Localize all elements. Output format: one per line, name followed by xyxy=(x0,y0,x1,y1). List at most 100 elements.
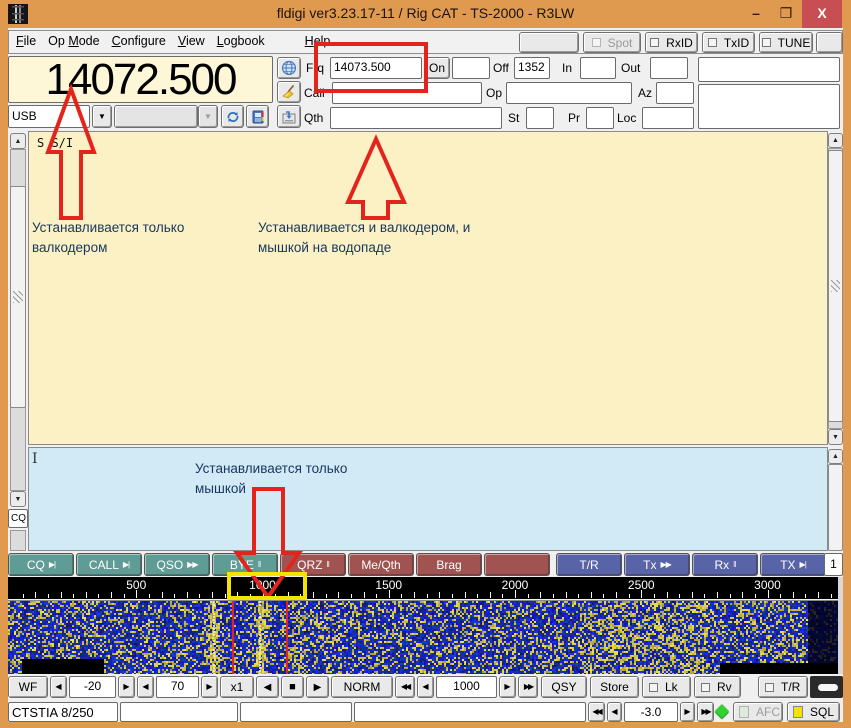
mode-dropdown-button[interactable]: ▼ xyxy=(92,105,112,128)
upper-level-field[interactable]: -20 xyxy=(69,676,116,698)
tx-scrollbar-up[interactable]: ▲ xyxy=(828,449,843,464)
store-button[interactable]: Store xyxy=(590,676,639,698)
ruler-tick xyxy=(717,592,718,598)
sql-toggle[interactable]: SQL xyxy=(787,702,840,722)
frequency-display[interactable]: 14072.500 xyxy=(8,56,273,103)
minimize-button[interactable]: – xyxy=(742,0,770,28)
save-qso-button[interactable] xyxy=(277,105,301,128)
notes-field-1[interactable] xyxy=(698,57,840,82)
qsy-button[interactable]: QSY xyxy=(541,676,587,698)
spot-toggle[interactable]: Spot xyxy=(583,32,641,53)
secondary-selector[interactable] xyxy=(114,105,198,128)
fast-left-icon: ◀◀ xyxy=(592,708,600,716)
qth-field[interactable] xyxy=(330,107,502,129)
time-off-field[interactable]: 1352 xyxy=(514,57,550,79)
time-on-button[interactable]: On xyxy=(424,57,450,79)
txrx-toggle[interactable]: T/R xyxy=(758,676,808,698)
mode-selector[interactable]: USB xyxy=(8,105,90,128)
offset-fast-right[interactable]: ▶▶ xyxy=(697,702,714,722)
macro-button-blank-7[interactable] xyxy=(484,553,550,576)
macro-button-call[interactable]: CALL▶| xyxy=(76,553,142,576)
pr-field[interactable] xyxy=(586,107,614,129)
left-arrow-icon: ◀ xyxy=(142,683,148,691)
menu-configure[interactable]: Configure xyxy=(106,34,172,48)
lock-toggle[interactable]: Lk xyxy=(642,676,691,698)
rx-text-panel[interactable]: S S/I xyxy=(28,131,828,445)
loc-field[interactable] xyxy=(642,107,694,129)
carrier-fast-left[interactable]: ◀◀ xyxy=(395,676,415,698)
menu-op-mode[interactable]: Op Mode xyxy=(42,34,105,48)
carrier-right[interactable]: ▶ xyxy=(499,676,516,698)
rst-out-field[interactable] xyxy=(650,57,688,79)
macro-button-meqth[interactable]: Me/Qth xyxy=(348,553,414,576)
carrier-fast-right[interactable]: ▶▶ xyxy=(518,676,538,698)
offset-right[interactable]: ▶ xyxy=(680,702,695,722)
macro-button-tr[interactable]: T/R xyxy=(556,553,622,576)
az-field[interactable] xyxy=(656,82,694,104)
left-scrollbar-up[interactable]: ▲ xyxy=(10,133,26,149)
center-button[interactable]: ■ xyxy=(281,676,304,698)
macro-button-rx[interactable]: Rx‖ xyxy=(692,553,758,576)
upper-level-right-arrow[interactable]: ▶ xyxy=(118,676,135,698)
qrz-web-button[interactable] xyxy=(277,57,301,79)
menu-view[interactable]: View xyxy=(172,34,211,48)
macro-button-tx[interactable]: Tx▶▶ xyxy=(624,553,690,576)
time-on-field[interactable] xyxy=(452,57,490,79)
carrier-field[interactable]: 1000 xyxy=(436,676,497,698)
zoom-button[interactable]: x1 xyxy=(220,676,254,698)
macro-button-tx[interactable]: TX▶| xyxy=(760,553,826,576)
menu-help[interactable]: Help xyxy=(299,34,337,48)
macro-action-icon: ‖ xyxy=(733,560,735,569)
macro-button-qrz[interactable]: QRZ‖ xyxy=(280,553,346,576)
rx-scrollbar-thumb[interactable] xyxy=(828,150,843,422)
left-scrollbar-thumb[interactable] xyxy=(10,186,26,408)
logbook-dialog-button[interactable] xyxy=(246,105,269,128)
upper-level-left-arrow[interactable]: ◀ xyxy=(50,676,67,698)
notes-field-2[interactable] xyxy=(698,84,840,129)
scroll-right-button[interactable]: ▶ xyxy=(306,676,329,698)
menu-logbook[interactable]: Logbook xyxy=(211,34,271,48)
clear-fields-button[interactable] xyxy=(277,81,301,103)
refresh-rig-button[interactable] xyxy=(221,105,244,128)
range-field[interactable]: 70 xyxy=(156,676,199,698)
macro-button-bye[interactable]: BYE‖ xyxy=(212,553,278,576)
tx-scrollbar-thumb[interactable] xyxy=(828,464,843,551)
chevron-down-disabled-icon: ▼ xyxy=(204,113,212,121)
st-field[interactable] xyxy=(526,107,554,129)
rx-scrollbar-up[interactable]: ▲ xyxy=(828,133,843,148)
corner-slider-thumb[interactable] xyxy=(818,684,838,691)
carrier-left[interactable]: ◀ xyxy=(417,676,434,698)
left-scrollbar-down[interactable]: ▼ xyxy=(10,491,26,507)
secondary-dropdown-button[interactable]: ▼ xyxy=(198,105,218,128)
reverse-toggle[interactable]: Rv xyxy=(694,676,741,698)
macro-button-brag[interactable]: Brag xyxy=(416,553,482,576)
afc-toggle[interactable]: AFC xyxy=(733,702,783,722)
macro-button-cq[interactable]: CQ▶| xyxy=(8,553,74,576)
right-arrow-icon: ▶ xyxy=(684,708,690,716)
range-right-arrow[interactable]: ▶ xyxy=(201,676,218,698)
maximize-button[interactable]: ❒ xyxy=(772,0,800,28)
frq-field[interactable]: 14073.500 xyxy=(330,57,422,79)
range-left-arrow[interactable]: ◀ xyxy=(137,676,154,698)
waterfall-display[interactable] xyxy=(8,600,838,674)
rxid-toggle[interactable]: RxID xyxy=(645,32,698,53)
macro-button-qso[interactable]: QSO▶▶ xyxy=(144,553,210,576)
tune-toggle[interactable]: TUNE xyxy=(759,32,813,53)
rx-scrollbar-down[interactable]: ▼ xyxy=(828,429,843,445)
op-field[interactable] xyxy=(506,82,632,104)
offset-field[interactable]: -3.0 xyxy=(624,702,678,722)
waterfall-frequency-ruler[interactable]: 50010001500200025003000 xyxy=(8,577,838,599)
wf-mode-button[interactable]: WF xyxy=(8,676,48,698)
txid-toggle[interactable]: TxID xyxy=(702,32,755,53)
tx-text-panel[interactable]: I xyxy=(28,447,828,551)
macro-page-box[interactable]: 1 xyxy=(824,553,843,576)
call-field[interactable] xyxy=(332,82,482,104)
scroll-left-button[interactable]: ◀ xyxy=(256,676,279,698)
close-button[interactable]: X xyxy=(802,0,842,28)
speed-button[interactable]: NORM xyxy=(331,676,393,698)
menu-file[interactable]: File xyxy=(10,34,42,48)
offset-left[interactable]: ◀ xyxy=(607,702,622,722)
status-mode-box[interactable]: CTSTIA 8/250 xyxy=(8,702,118,722)
rst-in-field[interactable] xyxy=(580,57,616,79)
offset-fast-left[interactable]: ◀◀ xyxy=(588,702,605,722)
